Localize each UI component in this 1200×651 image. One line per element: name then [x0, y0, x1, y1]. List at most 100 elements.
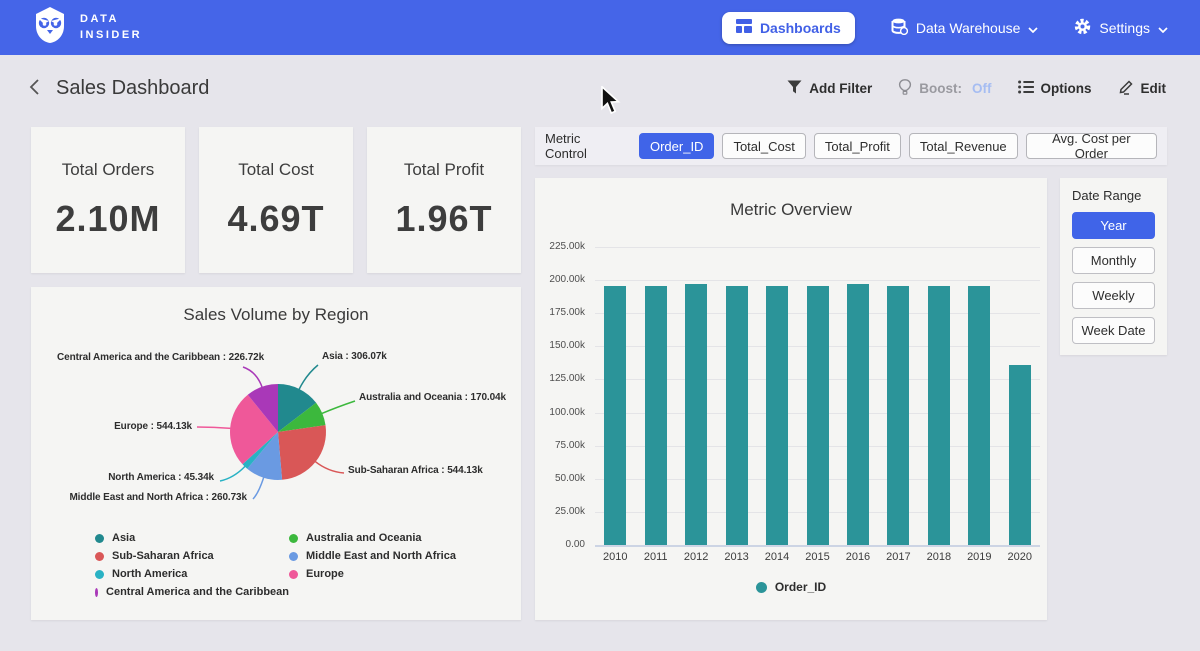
bar-2018[interactable] — [928, 286, 950, 545]
bar-2014[interactable] — [766, 286, 788, 545]
logo[interactable]: DATA INSIDER — [30, 6, 142, 49]
kpi-label: Total Profit — [404, 160, 484, 180]
pie-chart-legend: AsiaAustralia and Oceania Sub-Saharan Afr… — [95, 532, 456, 598]
nav-settings-label: Settings — [1099, 20, 1150, 36]
boost-balloon-icon — [898, 79, 912, 98]
date-range-week-date[interactable]: Week Date — [1072, 317, 1155, 344]
y-tick-label: 150.00k — [535, 340, 585, 351]
kpi-card-total-cost: Total Cost4.69T — [199, 127, 353, 273]
pie-label-sub-saharan-africa: Sub-Saharan Africa : 544.13k — [348, 465, 483, 476]
bar-chart-legend: Order_ID — [535, 580, 1047, 594]
legend-item-europe[interactable]: Europe — [289, 568, 456, 580]
date-range-panel: Date Range Year Monthly Weekly Week Date — [1060, 178, 1167, 355]
x-tick-label: 2019 — [959, 551, 999, 563]
pie-label-middle-east-and-north-africa: Middle East and North Africa : 260.73k — [69, 492, 247, 503]
kpi-row: Total Orders2.10MTotal Cost4.69TTotal Pr… — [31, 127, 521, 273]
nav-dashboards-label: Dashboards — [760, 20, 841, 36]
add-filter-button[interactable]: Add Filter — [787, 80, 872, 97]
x-axis-line — [595, 545, 1040, 547]
edit-button[interactable]: Edit — [1118, 79, 1167, 98]
bar-2010[interactable] — [604, 286, 626, 545]
top-nav-links: Dashboards Data Warehouse — [722, 12, 1168, 44]
y-tick-label: 225.00k — [535, 241, 585, 252]
legend-label: Sub-Saharan Africa — [112, 550, 214, 562]
y-tick-label: 125.00k — [535, 373, 585, 384]
legend-item-north-america[interactable]: North America — [95, 568, 289, 580]
kpi-card-total-orders: Total Orders 2.10M — [31, 127, 185, 273]
bar-2017[interactable] — [887, 286, 909, 545]
pie-label-north-america: North America : 45.34k — [108, 472, 214, 483]
metric-chip-avg-cost-per-order[interactable]: Avg. Cost per Order — [1026, 133, 1157, 159]
x-tick-label: 2010 — [595, 551, 635, 563]
logo-text-line2: INSIDER — [80, 28, 142, 44]
kpi-label: Total Orders — [62, 160, 155, 180]
legend-dot — [95, 534, 104, 543]
y-tick-label: 50.00k — [535, 473, 585, 484]
date-range-monthly[interactable]: Monthly — [1072, 247, 1155, 274]
page-title: Sales Dashboard — [56, 77, 209, 100]
metric-control-bar: Metric Control Order_ID Total_Cost Total_P… — [535, 127, 1167, 165]
bar-2016[interactable] — [847, 284, 869, 545]
kpi-value: 2.10M — [55, 198, 160, 240]
back-chevron-icon — [28, 78, 40, 99]
dashboards-grid-icon — [736, 19, 752, 36]
legend-label: Central America and the Caribbean — [106, 586, 289, 598]
pie-slice-sub-saharan-africa[interactable] — [278, 425, 326, 480]
nav-settings-button[interactable]: Settings — [1074, 18, 1168, 38]
legend-dot — [289, 552, 298, 561]
pie-leader-line — [220, 466, 246, 481]
sales-dashboard-page: DATA INSIDER Dashboards — [0, 0, 1200, 651]
date-range-weekly[interactable]: Weekly — [1072, 282, 1155, 309]
gridline — [595, 280, 1040, 281]
bar-2011[interactable] — [645, 286, 667, 545]
x-tick-label: 2011 — [636, 551, 676, 563]
nav-data-warehouse-label: Data Warehouse — [916, 20, 1021, 36]
date-range-label: Date Range — [1072, 188, 1155, 203]
pie-label-europe: Europe : 544.13k — [114, 421, 192, 432]
nav-data-warehouse-button[interactable]: Data Warehouse — [891, 18, 1039, 38]
metric-chip-total-cost[interactable]: Total_Cost — [722, 133, 805, 159]
metric-chips: Order_ID Total_Cost Total_Profit Total_Reve… — [639, 133, 1157, 159]
pie-leader-line — [299, 365, 318, 390]
date-range-buttons: Year Monthly Weekly Week Date — [1072, 212, 1155, 344]
y-tick-label: 200.00k — [535, 274, 585, 285]
legend-dot — [95, 552, 104, 561]
kpi-value: 4.69T — [227, 198, 324, 240]
metric-chip-order-id[interactable]: Order_ID — [639, 133, 714, 159]
pie-leader-line — [321, 401, 355, 414]
y-tick-label: 175.00k — [535, 307, 585, 318]
options-list-icon — [1018, 80, 1034, 97]
x-tick-label: 2016 — [838, 551, 878, 563]
legend-item-sub-saharan-africa[interactable]: Sub-Saharan Africa — [95, 550, 289, 562]
x-tick-label: 2017 — [878, 551, 918, 563]
bar-2015[interactable] — [807, 286, 829, 545]
bar-2013[interactable] — [726, 286, 748, 545]
date-range-year[interactable]: Year — [1072, 212, 1155, 239]
legend-label: Order_ID — [775, 580, 826, 594]
legend-item-central-america-and-the-caribbean[interactable]: Central America and the Caribbean — [95, 586, 289, 598]
boost-toggle[interactable]: Boost: Off — [898, 79, 991, 98]
top-nav-bar: DATA INSIDER Dashboards — [0, 0, 1200, 55]
nav-dashboards-button[interactable]: Dashboards — [722, 12, 855, 44]
legend-item-australia-and-oceania[interactable]: Australia and Oceania — [289, 532, 456, 544]
metric-chip-total-revenue[interactable]: Total_Revenue — [909, 133, 1018, 159]
dashboard-header: Sales Dashboard Add Filter Boost: Off — [0, 55, 1200, 121]
metric-control-label: Metric Control — [545, 131, 625, 161]
edit-pencil-icon — [1118, 79, 1134, 98]
filter-funnel-icon — [787, 80, 802, 97]
database-icon — [891, 18, 908, 38]
kpi-card-total-profit: Total Profit1.96T — [367, 127, 521, 273]
options-button[interactable]: Options — [1018, 80, 1092, 97]
back-button[interactable] — [28, 78, 40, 99]
x-tick-label: 2015 — [798, 551, 838, 563]
bar-2012[interactable] — [685, 284, 707, 545]
bar-2020[interactable] — [1009, 365, 1031, 545]
legend-item-middle-east-and-north-africa[interactable]: Middle East and North Africa — [289, 550, 456, 562]
y-tick-label: 75.00k — [535, 440, 585, 451]
legend-item-asia[interactable]: Asia — [95, 532, 289, 544]
header-actions: Add Filter Boost: Off — [787, 79, 1166, 98]
metric-chip-total-profit[interactable]: Total_Profit — [814, 133, 901, 159]
x-tick-label: 2018 — [919, 551, 959, 563]
bar-2019[interactable] — [968, 286, 990, 545]
pie-leader-line — [253, 477, 264, 499]
